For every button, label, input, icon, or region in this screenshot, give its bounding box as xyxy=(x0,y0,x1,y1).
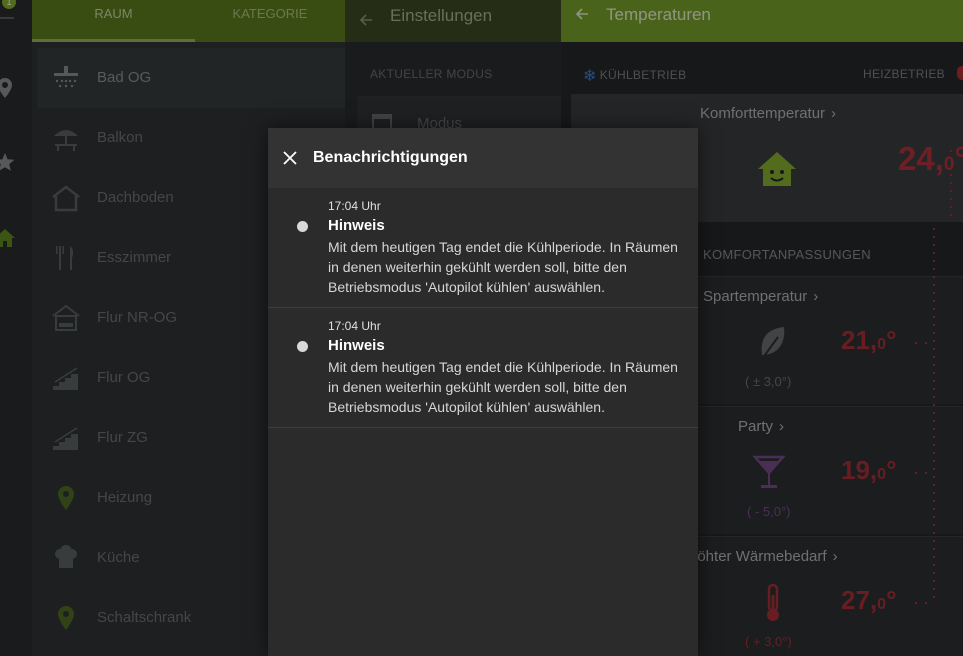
notification-message: Mit dem heutigen Tag endet die Kühlperio… xyxy=(328,359,678,415)
notification-item[interactable]: 17:04 Uhr Hinweis Mit dem heutigen Tag e… xyxy=(268,188,698,308)
notification-heading: Hinweis xyxy=(328,217,385,234)
dialog-header: Benachrichtigungen xyxy=(268,128,698,188)
notification-message: Mit dem heutigen Tag endet die Kühlperio… xyxy=(328,239,678,295)
unread-dot-icon xyxy=(297,221,308,232)
notifications-dialog: Benachrichtigungen 17:04 Uhr Hinweis Mit… xyxy=(268,128,698,656)
notification-heading: Hinweis xyxy=(328,337,385,354)
notification-time: 17:04 Uhr xyxy=(328,199,381,213)
notification-time: 17:04 Uhr xyxy=(328,319,381,333)
close-icon[interactable] xyxy=(282,150,298,166)
app-root: 1 RAUM KATEGORIE Bad OG Balkon Dachboden… xyxy=(0,0,963,656)
notification-item[interactable]: 17:04 Uhr Hinweis Mit dem heutigen Tag e… xyxy=(268,308,698,428)
dialog-title: Benachrichtigungen xyxy=(313,149,468,166)
unread-dot-icon xyxy=(297,341,308,352)
